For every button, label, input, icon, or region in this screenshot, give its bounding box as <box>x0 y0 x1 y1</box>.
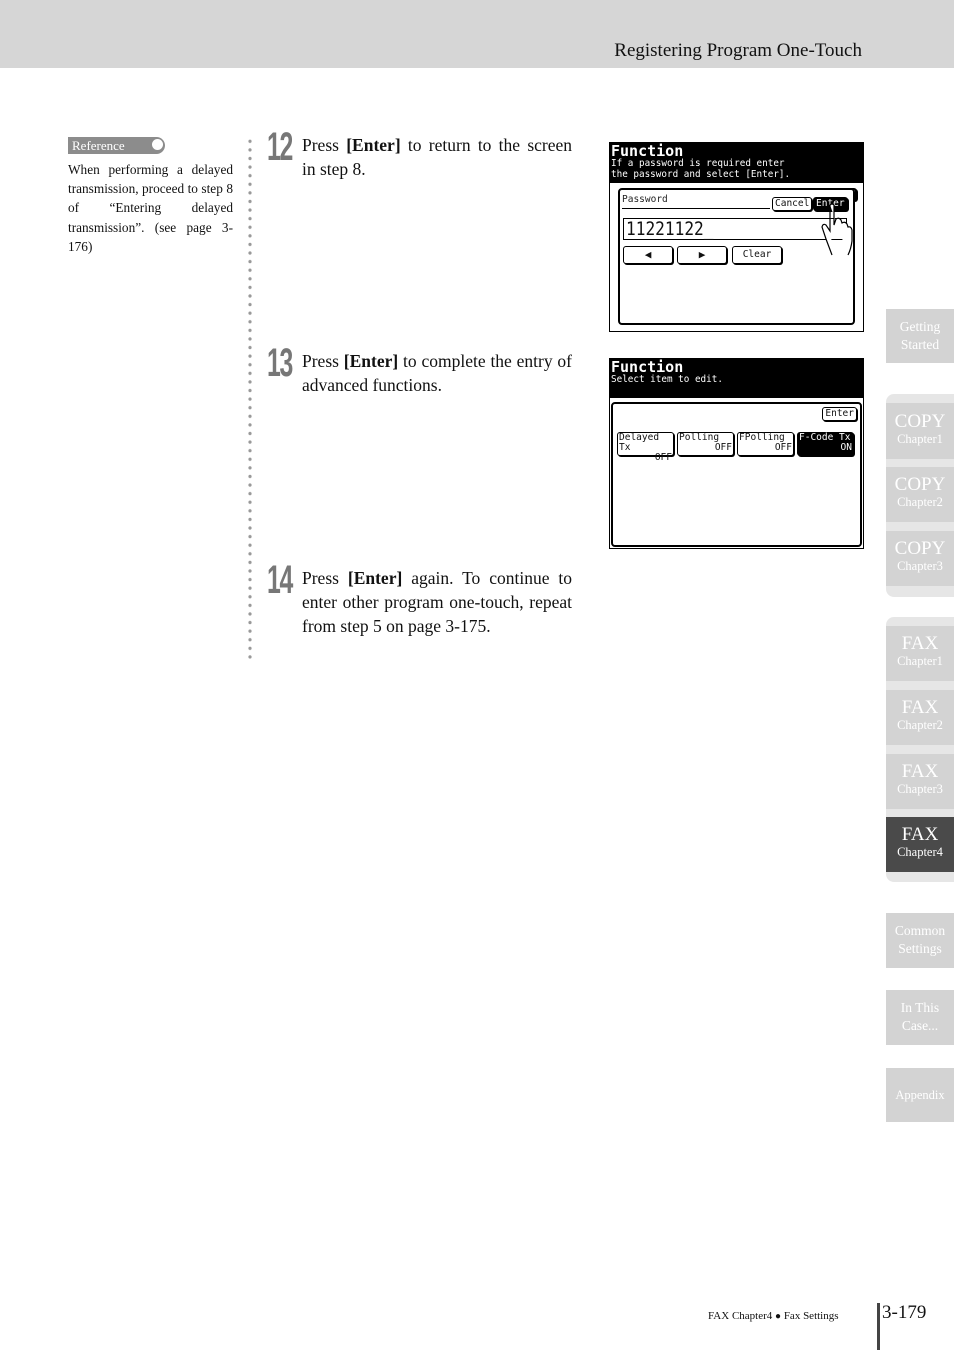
step-text: Press [Enter] to complete the entry of a… <box>302 349 572 397</box>
hand-pointer-icon <box>821 203 853 256</box>
tab-sub-label: Chapter1 <box>897 654 943 668</box>
tab-label-line1: Appendix <box>895 1088 945 1102</box>
tab-sub-label: Chapter3 <box>897 559 943 573</box>
tab-getting-started[interactable]: Getting Started <box>886 309 954 363</box>
step-text-pre: Press <box>302 568 348 588</box>
item-state: OFF <box>774 442 792 453</box>
tab-label-line1: In This <box>900 1000 940 1015</box>
tab-main-label: COPY <box>894 474 946 495</box>
reference-badge: Reference <box>68 137 165 154</box>
dotted-divider <box>248 137 252 662</box>
tab-copy-chapter2[interactable]: COPY Chapter2 <box>886 467 954 522</box>
tab-label-line2: Case... <box>901 1018 939 1033</box>
function-item-fpolling[interactable]: FPolling OFF <box>737 432 794 456</box>
function-screen: Function Select item to edit. Enter Dela… <box>609 358 864 549</box>
enter-button[interactable]: Enter <box>822 407 857 421</box>
right-arrow-button[interactable]: ▶ <box>677 246 727 264</box>
tab-appendix[interactable]: Appendix <box>886 1068 954 1122</box>
tab-main-label: COPY <box>894 538 946 559</box>
reference-badge-label: Reference <box>72 138 125 153</box>
item-state: OFF <box>714 442 732 453</box>
tab-copy-chapter1[interactable]: COPY Chapter1 <box>886 403 954 459</box>
step-text: Press [Enter] to return to the screen in… <box>302 133 572 181</box>
step-text-pre: Press <box>302 351 344 371</box>
step-number: 12 <box>267 125 293 169</box>
screen-title: Function <box>611 142 684 160</box>
cancel-button[interactable]: Cancel <box>772 197 813 211</box>
function-panel: Enter Delayed Tx OFF Polling OFF FPollin… <box>611 402 862 547</box>
screen-subtitle-2: the password and select [Enter]. <box>611 168 791 180</box>
step-key: [Enter] <box>346 135 401 155</box>
tab-main-label: COPY <box>894 411 946 432</box>
bullet-icon: ● <box>775 1311 782 1322</box>
page-title: Registering Program One-Touch <box>614 40 862 61</box>
password-value: 11221122_ <box>626 218 714 240</box>
password-input[interactable]: 11221122_ <box>623 218 847 240</box>
tab-label-line2: Settings <box>898 941 942 956</box>
screen-header: Function If a password is required enter… <box>610 143 863 183</box>
tab-fax-chapter2[interactable]: FAX Chapter2 <box>886 690 954 745</box>
label-underline <box>622 208 770 209</box>
footer-breadcrumb: FAX Chapter4 ● Fax Settings <box>708 1310 839 1322</box>
function-item-delayed-tx[interactable]: Delayed Tx OFF <box>617 432 674 463</box>
item-state: ON <box>840 442 852 453</box>
tab-sub-label: Chapter3 <box>897 782 943 796</box>
step-text: Press [Enter] again. To continue to ente… <box>302 566 572 638</box>
tab-label-line2: Started <box>900 337 940 352</box>
step-key: [Enter] <box>347 568 403 588</box>
item-state: OFF <box>654 452 672 463</box>
reference-text: When performing a delayed transmission, … <box>68 162 233 254</box>
page-header: Registering Program One-Touch <box>0 0 954 68</box>
step-number: 13 <box>267 341 293 385</box>
tab-fax-chapter1[interactable]: FAX Chapter1 <box>886 626 954 681</box>
tab-in-this-case[interactable]: In This Case... <box>886 990 954 1045</box>
step-text-pre: Press <box>302 135 347 155</box>
screen-subtitle-1: If a password is required enter <box>611 158 785 169</box>
circle-icon <box>152 139 163 150</box>
footer-section: Fax Settings <box>783 1310 839 1322</box>
screen-subtitle: Select item to edit. <box>611 374 723 385</box>
tab-sub-label: Chapter2 <box>897 718 943 732</box>
tab-fax-chapter4[interactable]: FAX Chapter4 <box>886 817 954 872</box>
screen-title: Function <box>611 358 684 376</box>
tab-main-label: FAX <box>901 761 939 782</box>
tab-sub-label: Chapter4 <box>897 845 943 859</box>
clear-button[interactable]: Clear <box>732 246 782 264</box>
password-label: Password <box>622 194 668 205</box>
tab-main-label: FAX <box>901 633 939 654</box>
tab-fax-chapter3[interactable]: FAX Chapter3 <box>886 754 954 809</box>
page-number: 3-179 <box>882 1302 927 1323</box>
tab-main-label: FAX <box>901 824 939 845</box>
tab-common-settings[interactable]: Common Settings <box>886 913 954 968</box>
tab-sub-label: Chapter1 <box>897 432 943 446</box>
step-number: 14 <box>267 558 293 602</box>
tab-copy-chapter3[interactable]: COPY Chapter3 <box>886 531 954 586</box>
password-screen: Function If a password is required enter… <box>609 142 864 332</box>
function-item-f-code-tx[interactable]: F-Code Tx ON <box>797 432 854 456</box>
footer-chapter: FAX Chapter4 <box>708 1310 773 1322</box>
tab-main-label: FAX <box>901 697 939 718</box>
screen-header: Function Select item to edit. <box>610 359 863 398</box>
footer-divider <box>877 1303 880 1350</box>
item-label: Delayed Tx <box>619 432 660 453</box>
function-item-polling[interactable]: Polling OFF <box>677 432 734 456</box>
tab-label-line1: Common <box>894 923 946 938</box>
step-key: [Enter] <box>343 351 399 371</box>
tab-sub-label: Chapter2 <box>897 495 943 509</box>
function-items: Delayed Tx OFF Polling OFF FPolling OFF … <box>617 432 855 463</box>
left-arrow-button[interactable]: ◀ <box>623 246 673 264</box>
tab-label-line1: Getting <box>899 319 941 334</box>
